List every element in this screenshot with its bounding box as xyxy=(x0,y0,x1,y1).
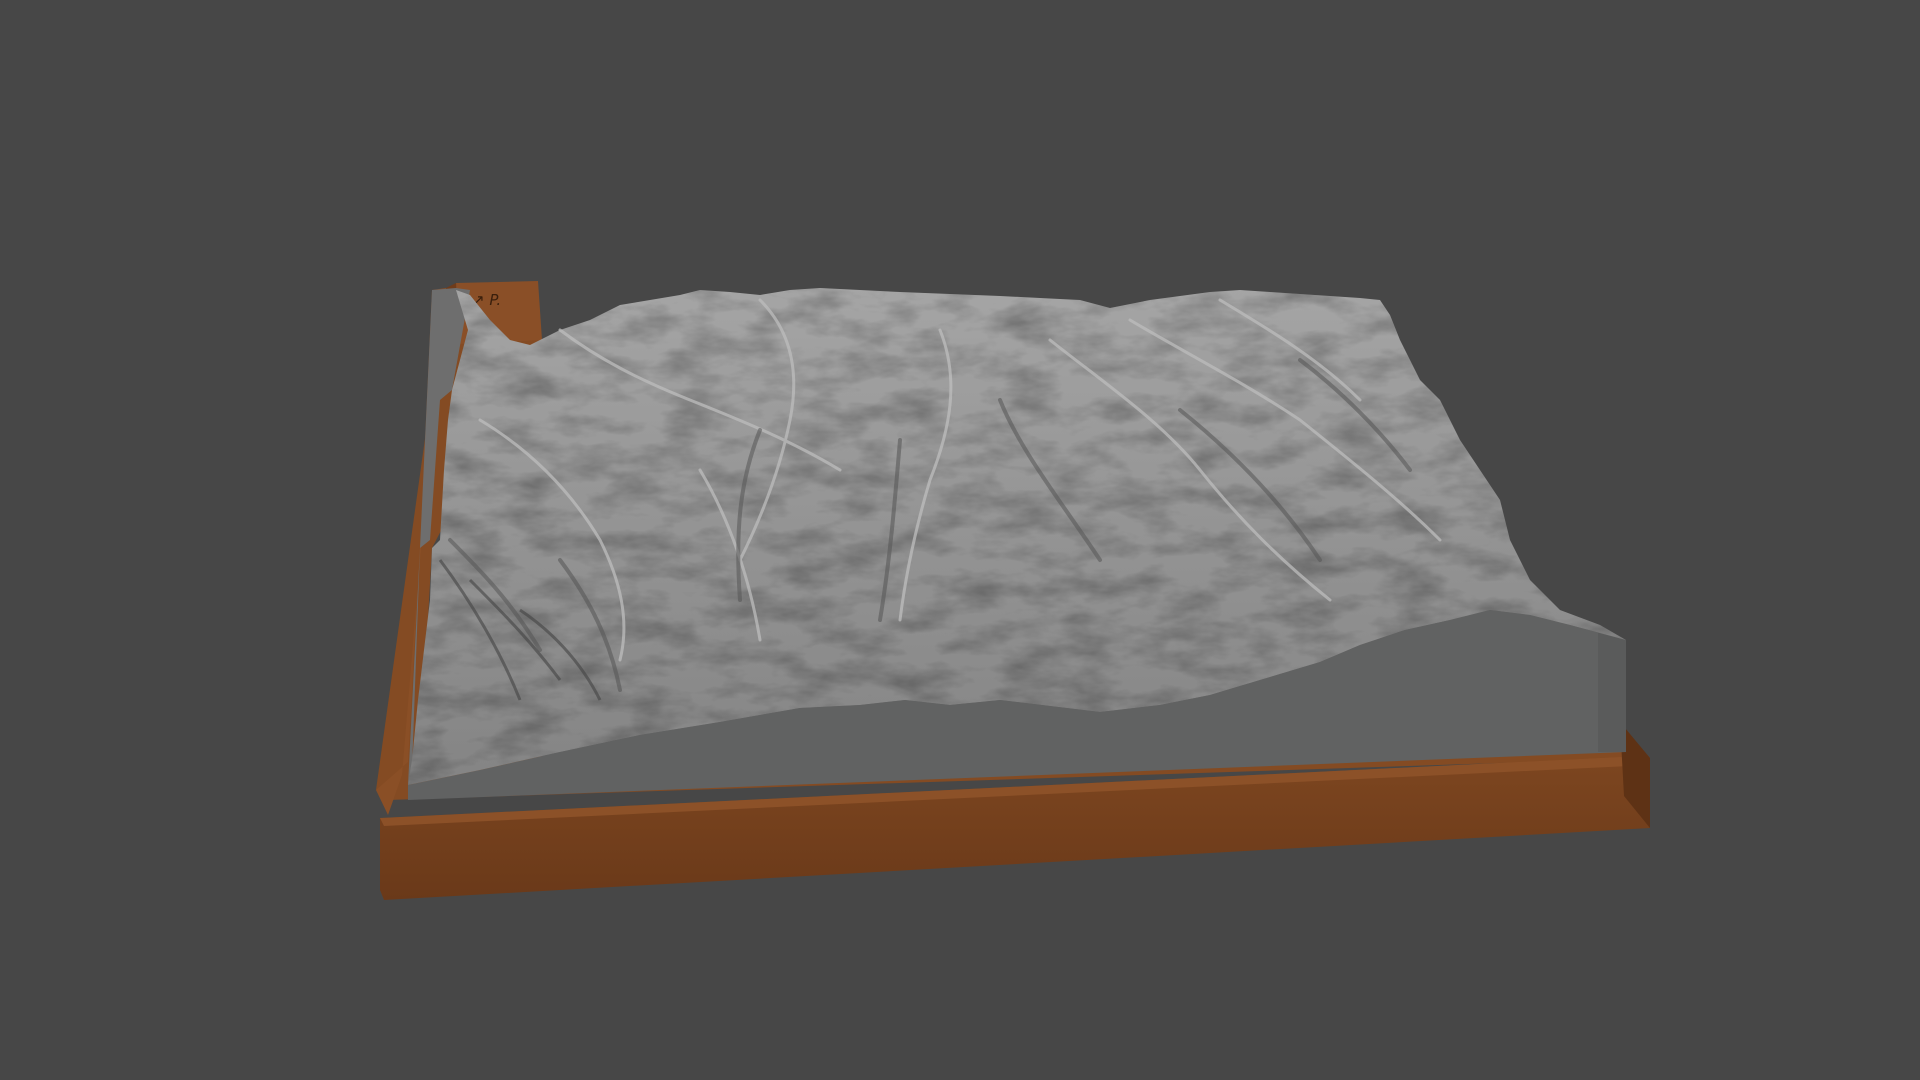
terrain-right-face xyxy=(1598,630,1626,752)
rendered-scene: ↗ P. xyxy=(376,281,1650,900)
3d-viewport[interactable]: ↗ P. xyxy=(0,0,1920,1080)
